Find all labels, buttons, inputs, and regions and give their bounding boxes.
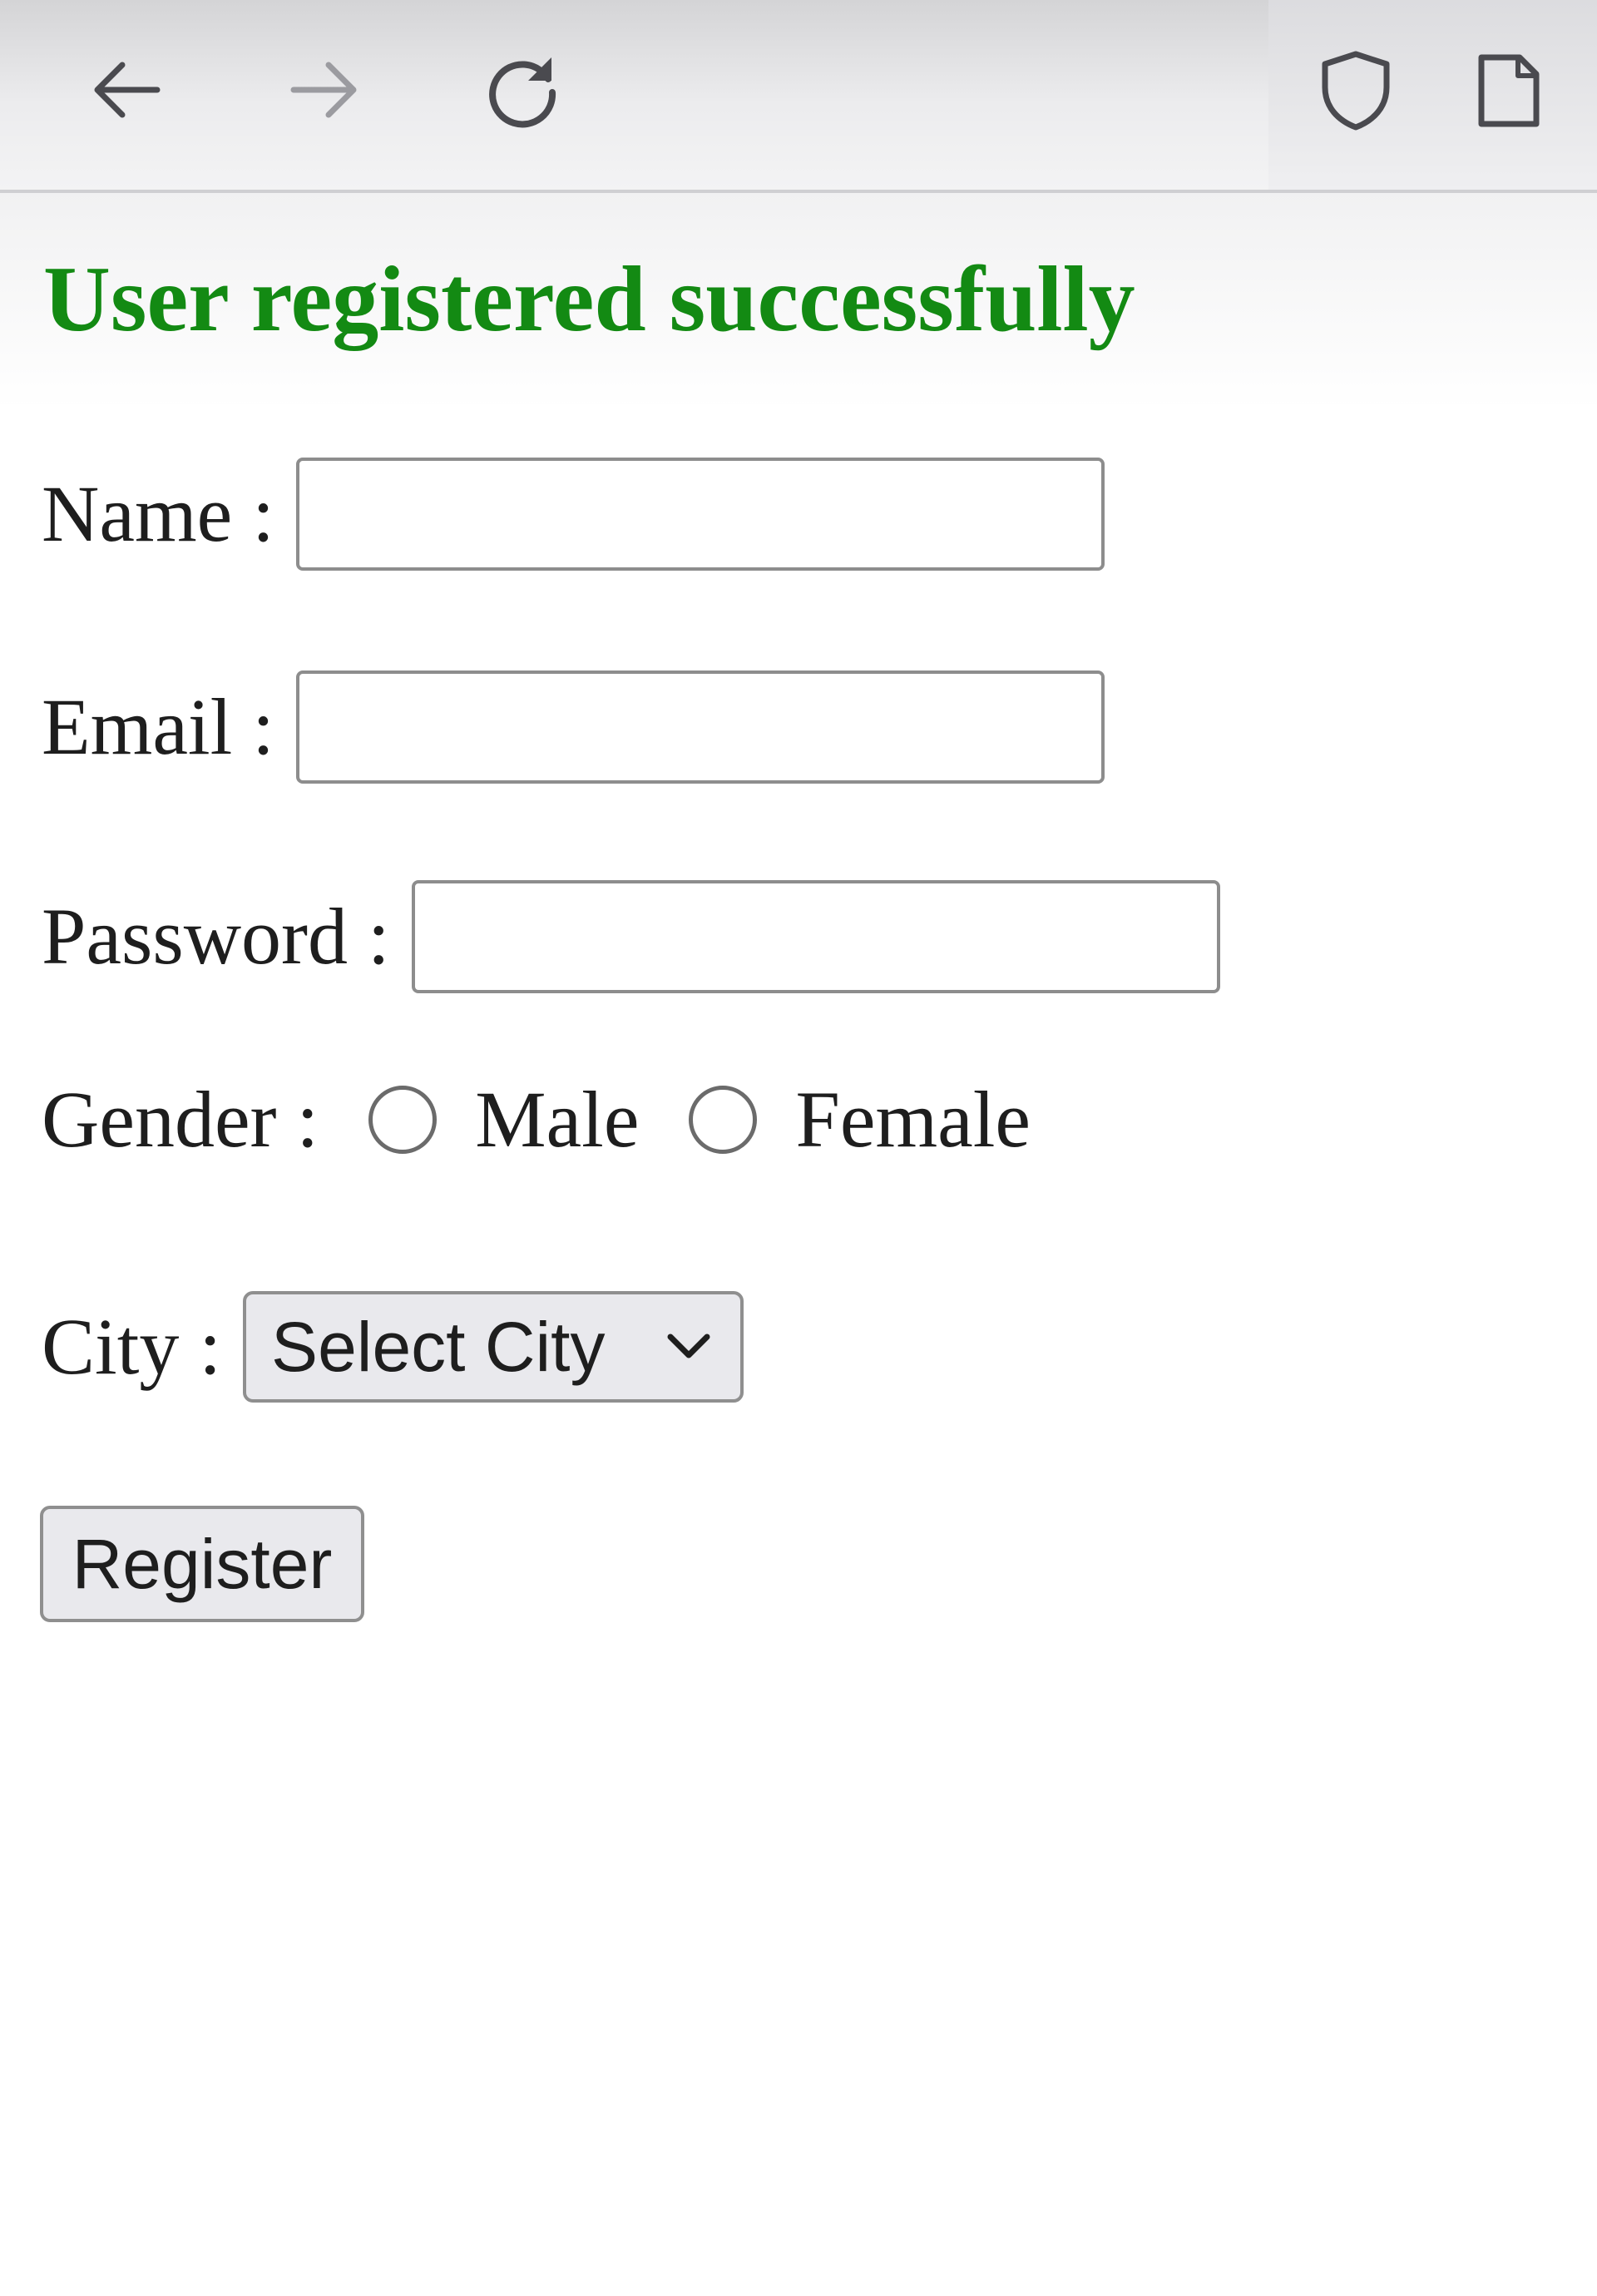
back-button[interactable] bbox=[77, 40, 176, 140]
password-row: Password : bbox=[42, 880, 1220, 993]
email-input[interactable] bbox=[295, 670, 1105, 784]
email-row: Email : bbox=[42, 670, 1105, 784]
page-icon bbox=[1478, 54, 1540, 127]
gender-male-label[interactable]: Male bbox=[475, 1080, 639, 1160]
chevron-down-icon bbox=[667, 1334, 710, 1358]
city-label: City : bbox=[42, 1302, 222, 1391]
password-input[interactable] bbox=[411, 880, 1220, 993]
shield-icon bbox=[1322, 51, 1390, 131]
gender-row: Gender : Male Female bbox=[42, 1080, 1031, 1160]
name-input[interactable] bbox=[295, 458, 1105, 571]
email-label: Email : bbox=[42, 682, 274, 771]
page-actions-button[interactable] bbox=[1457, 40, 1557, 140]
page-content: User registered successfully Name : Emai… bbox=[0, 193, 1597, 2296]
city-row: City : Select City bbox=[42, 1291, 744, 1403]
reload-icon bbox=[489, 57, 556, 128]
name-row: Name : bbox=[42, 458, 1105, 571]
arrow-right-icon bbox=[290, 62, 357, 118]
arrow-left-icon bbox=[94, 62, 161, 118]
gender-female-label[interactable]: Female bbox=[795, 1080, 1031, 1160]
tracking-protection-button[interactable] bbox=[1306, 40, 1406, 140]
browser-toolbar bbox=[0, 0, 1597, 193]
gender-female-radio[interactable] bbox=[689, 1086, 758, 1154]
forward-button[interactable] bbox=[274, 40, 374, 140]
city-select[interactable]: Select City bbox=[243, 1291, 744, 1403]
name-label: Name : bbox=[42, 469, 274, 558]
gender-label: Gender : bbox=[42, 1075, 319, 1164]
register-button[interactable]: Register bbox=[40, 1506, 364, 1622]
success-message: User registered successfully bbox=[43, 248, 1135, 351]
gender-male-radio[interactable] bbox=[368, 1086, 438, 1154]
reload-button[interactable] bbox=[472, 40, 572, 140]
city-select-value: Select City bbox=[271, 1308, 606, 1386]
password-label: Password : bbox=[42, 892, 390, 981]
